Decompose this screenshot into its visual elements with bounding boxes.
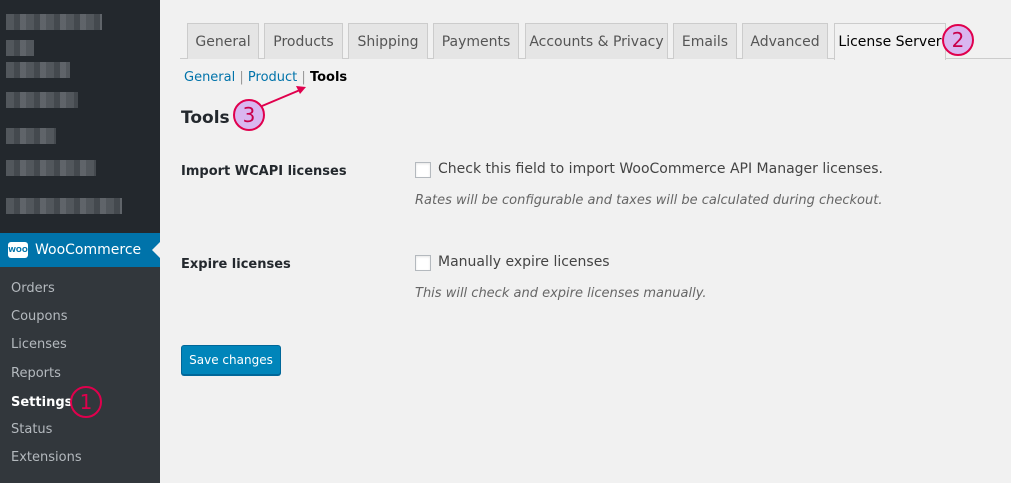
submenu-item-coupons[interactable]: Coupons xyxy=(11,309,68,324)
blurred-menu-item[interactable] xyxy=(6,198,122,214)
blurred-menu-item[interactable] xyxy=(6,160,96,176)
tab-payments[interactable]: Payments xyxy=(433,23,519,59)
import-wcapi-checkbox[interactable] xyxy=(415,162,431,178)
subnav-tools-current[interactable]: Tools xyxy=(310,70,347,85)
subnav-separator: | xyxy=(239,70,244,85)
woocommerce-submenu: Orders Coupons Licenses Reports Settings… xyxy=(0,267,160,483)
subnav-product-link[interactable]: Product xyxy=(248,70,297,85)
tab-accounts-privacy[interactable]: Accounts & Privacy xyxy=(525,23,668,59)
blurred-menu-item[interactable] xyxy=(6,62,70,78)
blurred-menu-item[interactable] xyxy=(6,14,102,30)
subnav-general-link[interactable]: General xyxy=(184,70,235,85)
submenu-item-orders[interactable]: Orders xyxy=(11,281,55,296)
blurred-menu-item[interactable] xyxy=(6,92,78,108)
import-wcapi-description: Rates will be configurable and taxes wil… xyxy=(415,193,883,208)
tab-advanced[interactable]: Advanced xyxy=(742,23,828,59)
woocommerce-logo-icon: WOO xyxy=(8,242,28,258)
subnav-separator: | xyxy=(301,70,306,85)
expire-licenses-label: Expire licenses xyxy=(181,257,291,272)
blurred-menu-item[interactable] xyxy=(6,128,56,144)
section-subnav: General | Product | Tools xyxy=(184,70,347,85)
import-wcapi-checkbox-label[interactable]: Check this field to import WooCommerce A… xyxy=(438,161,883,177)
tab-shipping[interactable]: Shipping xyxy=(348,23,428,59)
page-title: Tools xyxy=(181,108,230,128)
submenu-item-licenses[interactable]: Licenses xyxy=(11,337,67,352)
submenu-item-reports[interactable]: Reports xyxy=(11,366,61,381)
tab-general[interactable]: General xyxy=(187,23,259,59)
tab-emails[interactable]: Emails xyxy=(673,23,737,59)
submenu-item-status[interactable]: Status xyxy=(11,422,52,437)
import-wcapi-label: Import WCAPI licenses xyxy=(181,164,347,179)
annotation-badge-1: 1 xyxy=(70,386,102,418)
tab-license-server[interactable]: License Server xyxy=(834,23,946,60)
submenu-item-extensions[interactable]: Extensions xyxy=(11,450,82,465)
blurred-menu-item[interactable] xyxy=(6,40,34,56)
save-changes-button[interactable]: Save changes xyxy=(181,345,281,375)
expire-licenses-description: This will check and expire licenses manu… xyxy=(415,286,707,301)
submenu-item-settings[interactable]: Settings xyxy=(11,395,72,410)
annotation-badge-3: 3 xyxy=(233,99,265,131)
settings-tabs: General Products Shipping Payments Accou… xyxy=(180,23,1011,60)
expire-licenses-checkbox-label[interactable]: Manually expire licenses xyxy=(438,254,610,270)
expire-licenses-checkbox[interactable] xyxy=(415,255,431,271)
annotation-badge-2: 2 xyxy=(942,24,974,56)
woocommerce-menu-label: WooCommerce xyxy=(35,242,142,258)
current-menu-arrow-icon xyxy=(152,242,160,258)
woocommerce-menu[interactable]: WOO WooCommerce xyxy=(0,233,160,267)
tab-products[interactable]: Products xyxy=(264,23,343,59)
